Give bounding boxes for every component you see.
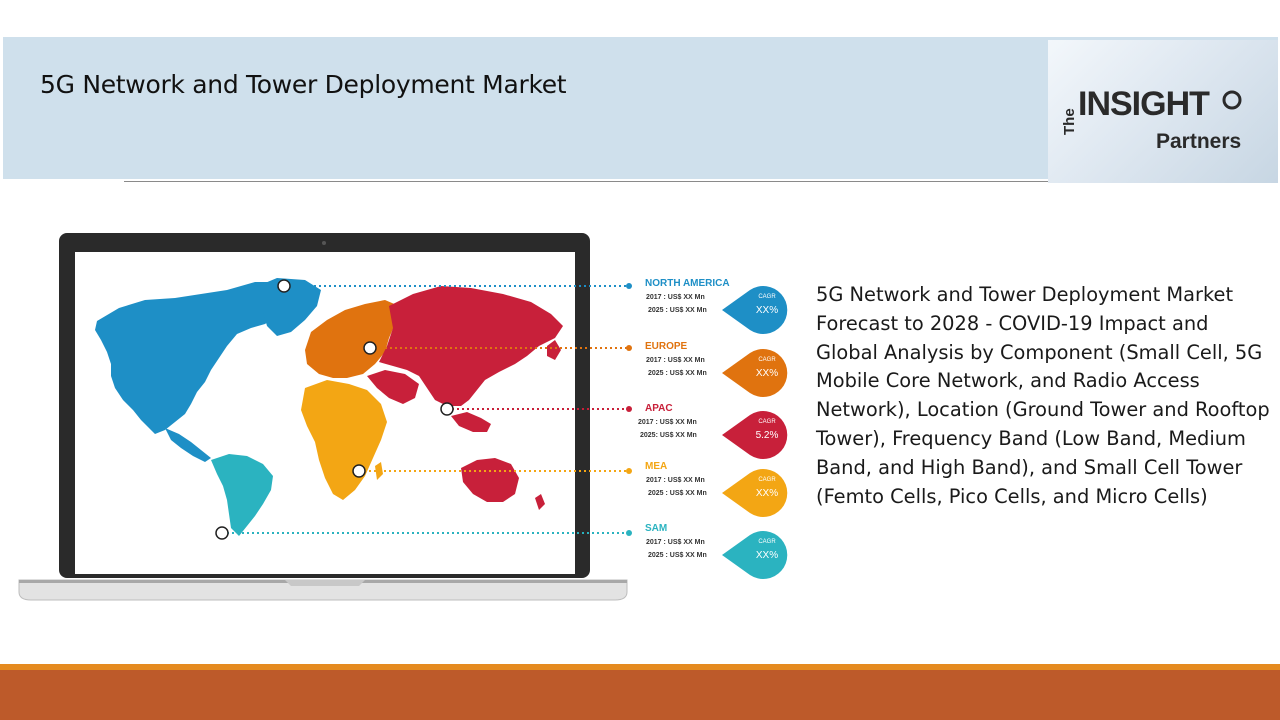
cagr-value: 5.2% <box>755 430 779 441</box>
logo-dot <box>1222 90 1242 110</box>
cagr-label: CAGR <box>758 477 776 483</box>
cagr-label: CAGR <box>758 294 776 300</box>
cagr-label: CAGR <box>758 539 776 545</box>
page-title: 5G Network and Tower Deployment Market <box>40 70 567 99</box>
map-pin-icon <box>352 464 366 478</box>
map-pin-icon <box>440 402 454 416</box>
footer-bar <box>0 670 1280 720</box>
region-value-2017: 2017 : US$ XX Mn <box>646 294 705 301</box>
region-value-2025: 2025 : US$ XX Mn <box>648 307 707 314</box>
location-marker-icon <box>626 283 632 289</box>
header-divider <box>124 181 1048 182</box>
region-name: SAM <box>645 523 668 534</box>
cagr-label: CAGR <box>758 357 776 363</box>
cagr-label: CAGR <box>758 419 776 425</box>
company-logo: The INSIGHT Partners <box>1048 40 1278 183</box>
location-marker-icon <box>626 406 632 412</box>
region-value-2025: 2025 : US$ XX Mn <box>648 552 707 559</box>
region-name: EUROPE <box>645 341 688 352</box>
logo-text-insight: INSIGHT <box>1078 85 1210 123</box>
region-name: MEA <box>645 461 668 472</box>
insight-partners-logo: The INSIGHT Partners <box>1061 85 1242 153</box>
cagr-value: XX% <box>755 550 779 561</box>
logo-text-the: The <box>1061 108 1078 135</box>
region-value-2017: 2017 : US$ XX Mn <box>646 357 705 364</box>
cagr-value: XX% <box>755 368 779 379</box>
region-name: APAC <box>645 403 673 414</box>
map-pin-icon <box>277 279 291 293</box>
cagr-value: XX% <box>755 488 779 499</box>
logo-text-partners: Partners <box>1156 130 1241 153</box>
region-value-2025: 2025 : US$ XX Mn <box>648 370 707 377</box>
location-marker-icon <box>626 345 632 351</box>
laptop-camera <box>322 241 326 245</box>
region-name: NORTH AMERICA <box>645 278 730 289</box>
map-pin-icon <box>215 526 229 540</box>
region-value-2017: 2017 : US$ XX Mn <box>646 477 705 484</box>
cagr-value: XX% <box>755 305 779 316</box>
report-description: 5G Network and Tower Deployment Market F… <box>816 283 1270 508</box>
region-value-2025: 2025: US$ XX Mn <box>640 432 697 439</box>
region-value-2017: 2017 : US$ XX Mn <box>646 539 705 546</box>
laptop-illustration <box>18 233 632 601</box>
location-marker-icon <box>626 468 632 474</box>
location-marker-icon <box>626 530 632 536</box>
region-value-2025: 2025 : US$ XX Mn <box>648 490 707 497</box>
region-value-2017: 2017 : US$ XX Mn <box>638 419 697 426</box>
map-pin-icon <box>363 341 377 355</box>
